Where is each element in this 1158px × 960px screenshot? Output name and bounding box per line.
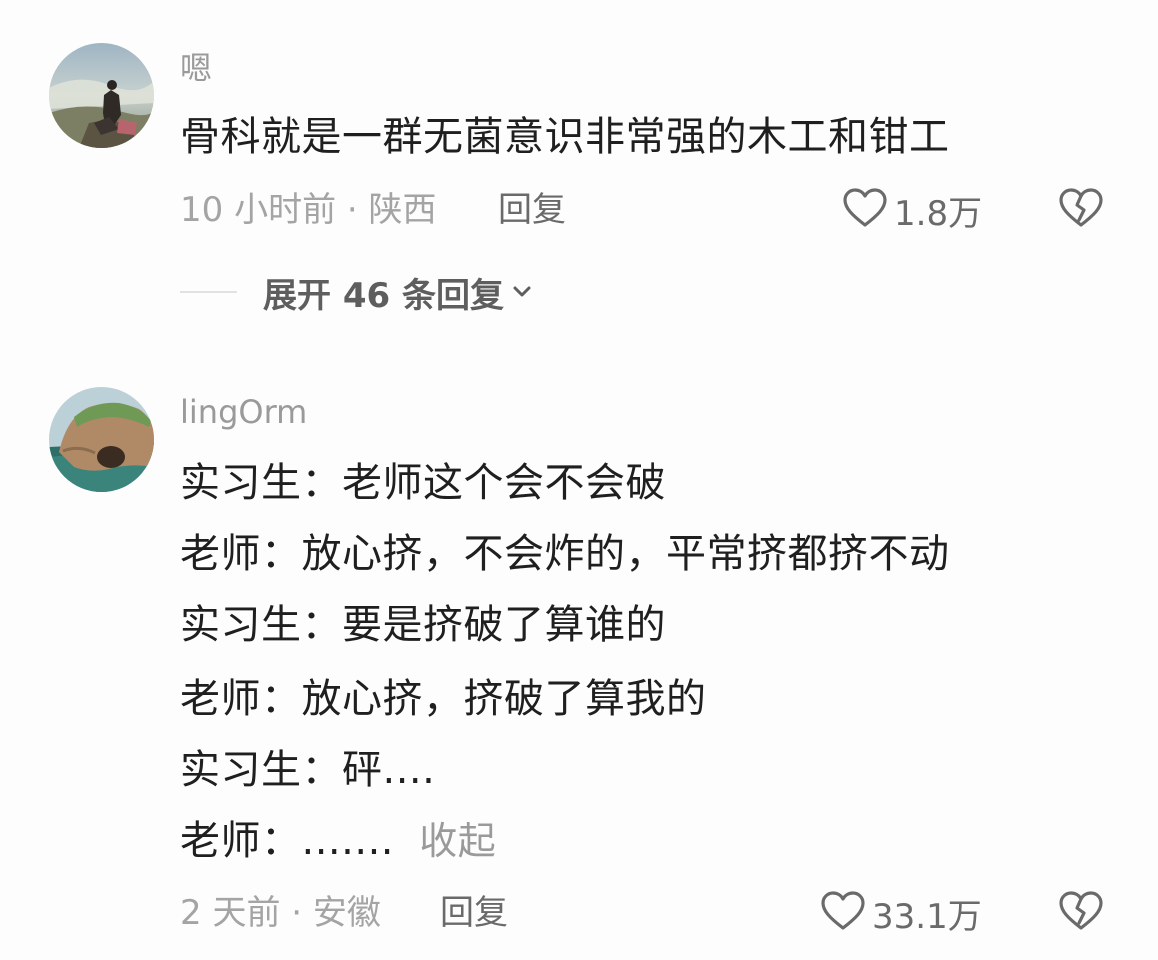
expand-replies-button[interactable]: 展开 46 条回复: [180, 267, 532, 317]
comment-list: 嗯 骨科就是一群无菌意识非常强的木工和钳工 10 小时前 · 陕西 回复 1.8…: [0, 0, 1158, 960]
divider: [180, 291, 237, 293]
comment-username[interactable]: lingOrm: [180, 392, 307, 432]
comment-text-line: 老师：放心挤，不会炸的，平常挤都挤不动: [180, 531, 950, 577]
broken-heart-icon: [1058, 890, 1104, 936]
expand-replies-label: 展开 46 条回复: [263, 275, 504, 316]
comment-meta-row: 2 天前 · 安徽 回复 33.1万: [180, 888, 1158, 938]
dislike-button[interactable]: [1058, 888, 1104, 938]
comment-text-line: 老师：放心挤，挤破了算我的: [180, 676, 707, 722]
comment-meta-row: 10 小时前 · 陕西 回复 1.8万: [180, 185, 1158, 235]
reply-button[interactable]: 回复: [440, 888, 508, 938]
comment-text-line: 实习生：老师这个会不会破: [180, 460, 666, 506]
collapse-button[interactable]: 收起: [419, 819, 496, 863]
reply-button[interactable]: 回复: [498, 185, 566, 235]
comment-text-line: 实习生：砰....: [180, 747, 436, 793]
dislike-button[interactable]: [1058, 185, 1104, 235]
comment-time-location: 2 天前 · 安徽: [180, 893, 381, 933]
avatar[interactable]: [49, 387, 154, 492]
like-count: 1.8万: [894, 193, 983, 234]
comment-time-location: 10 小时前 · 陕西: [180, 190, 437, 230]
like-count: 33.1万: [872, 896, 982, 937]
heart-outline-icon: [842, 187, 888, 233]
comment-text: 骨科就是一群无菌意识非常强的木工和钳工: [180, 114, 950, 160]
broken-heart-icon: [1058, 187, 1104, 233]
comment-username[interactable]: 嗯: [180, 48, 212, 88]
chevron-down-icon: [512, 285, 532, 299]
avatar[interactable]: [49, 43, 154, 148]
like-button[interactable]: 1.8万: [842, 185, 982, 235]
comment-text-line-last: 老师：....... 收起: [180, 816, 496, 866]
comment-text-fragment: 老师：.......: [180, 818, 395, 864]
like-button[interactable]: 33.1万: [820, 888, 982, 938]
heart-outline-icon: [820, 890, 866, 936]
comment-text-line: 实习生：要是挤破了算谁的: [180, 602, 666, 648]
